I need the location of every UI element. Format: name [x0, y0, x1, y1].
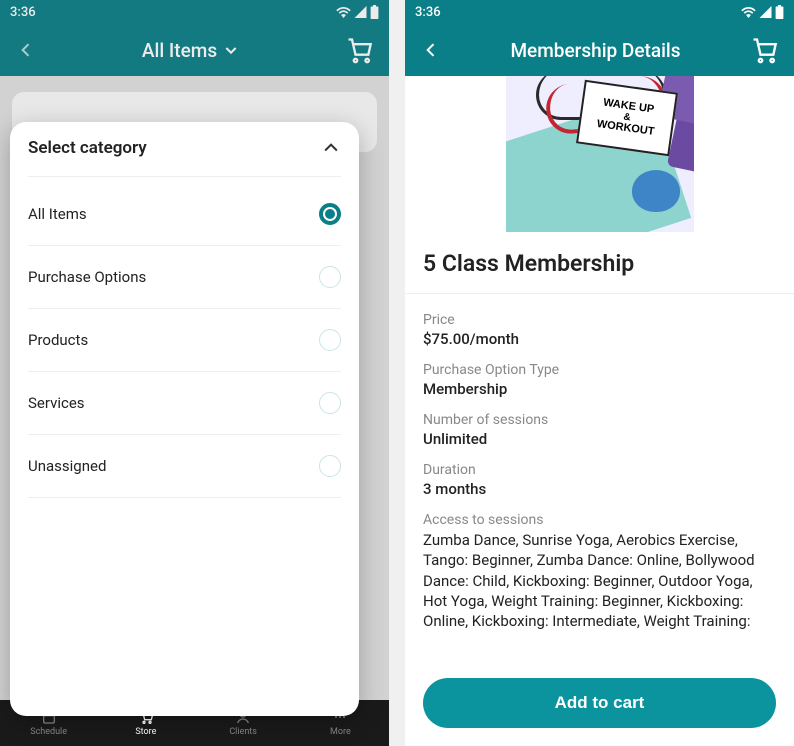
detail-duration: Duration 3 months [423, 452, 776, 502]
category-row[interactable]: Purchase Options [28, 246, 341, 309]
workout-sign: WAKE UP & WORKOUT [576, 80, 678, 156]
wifi-icon [741, 6, 756, 18]
category-row[interactable]: Products [28, 309, 341, 372]
page-title: Membership Details [510, 39, 680, 62]
status-bar: 3:36 [405, 0, 794, 24]
status-bar: 3:36 [0, 0, 389, 24]
app-bar: Membership Details [405, 24, 794, 76]
battery-icon [370, 5, 379, 19]
status-icons [741, 5, 784, 19]
category-label: All Items [28, 205, 87, 223]
sessions-value: Unlimited [423, 430, 776, 448]
product-image: WAKE UP & WORKOUT [506, 76, 694, 232]
price-label: Price [423, 312, 776, 328]
radio[interactable] [319, 266, 341, 288]
screen-body: WAKE UP & WORKOUT 5 Class Membership Pri… [405, 76, 794, 746]
duration-value: 3 months [423, 480, 776, 498]
detail-type: Purchase Option Type Membership [423, 352, 776, 402]
title-text: Membership Details [510, 39, 680, 62]
cart-icon[interactable] [750, 36, 778, 64]
product-title: 5 Class Membership [405, 232, 794, 294]
sessions-label: Number of sessions [423, 412, 776, 428]
detail-price: Price $75.00/month [423, 302, 776, 352]
nav-label: More [330, 727, 351, 737]
radio[interactable] [319, 329, 341, 351]
category-label: Purchase Options [28, 268, 146, 286]
radio[interactable] [319, 455, 341, 477]
signal-icon [759, 6, 772, 18]
title-text: All Items [142, 39, 217, 62]
membership-details-screen: 3:36 Membership Details WAKE UP & WORKOU… [405, 0, 794, 746]
back-icon[interactable] [16, 40, 36, 60]
chevron-up-icon [321, 138, 341, 158]
sheet-title: Select category [28, 138, 147, 158]
chevron-down-icon [223, 42, 239, 58]
clock: 3:36 [415, 5, 441, 20]
store-categories-screen: 3:36 All Items Schedule Store [0, 0, 389, 746]
signal-icon [354, 6, 367, 18]
screen-body: Schedule Store Clients More Select categ… [0, 76, 389, 746]
category-row[interactable]: All Items [28, 183, 341, 246]
app-bar: All Items [0, 24, 389, 76]
type-value: Membership [423, 380, 776, 398]
category-label: Products [28, 331, 88, 349]
wifi-icon [336, 6, 351, 18]
clock: 3:36 [10, 5, 36, 20]
battery-icon [775, 5, 784, 19]
type-label: Purchase Option Type [423, 362, 776, 378]
radio-selected[interactable] [319, 203, 341, 225]
price-value: $75.00/month [423, 330, 776, 348]
detail-sessions: Number of sessions Unlimited [423, 402, 776, 452]
access-label: Access to sessions [423, 512, 776, 528]
category-row[interactable]: Services [28, 372, 341, 435]
category-label: Unassigned [28, 457, 106, 475]
nav-label: Schedule [30, 727, 67, 737]
nav-label: Store [135, 727, 156, 737]
category-row[interactable]: Unassigned [28, 435, 341, 498]
add-to-cart-button[interactable]: Add to cart [423, 678, 776, 728]
nav-label: Clients [229, 727, 257, 737]
detail-access: Access to sessions Zumba Dance, Sunrise … [423, 502, 776, 635]
radio[interactable] [319, 392, 341, 414]
status-icons [336, 5, 379, 19]
back-icon[interactable] [421, 40, 441, 60]
page-title[interactable]: All Items [142, 39, 239, 62]
category-label: Services [28, 394, 85, 412]
category-sheet: Select category All Items Purchase Optio… [10, 122, 359, 716]
sheet-header[interactable]: Select category [28, 138, 341, 177]
detail-list: Price $75.00/month Purchase Option Type … [405, 294, 794, 635]
duration-label: Duration [423, 462, 776, 478]
access-value: Zumba Dance, Sunrise Yoga, Aerobics Exer… [423, 530, 776, 631]
cart-icon[interactable] [345, 36, 373, 64]
